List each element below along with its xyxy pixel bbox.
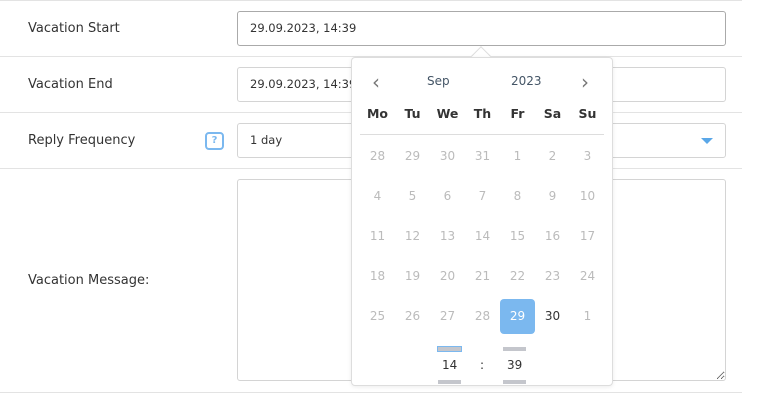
weekday-sa: Sa: [543, 106, 562, 121]
weekday-su: Su: [578, 106, 597, 121]
divider: [0, 392, 742, 393]
day-cell: 14: [474, 229, 491, 243]
chevron-down-icon: [701, 138, 713, 144]
month-select[interactable]: Sep: [427, 74, 450, 88]
day-cell: 27: [439, 309, 456, 323]
chevron-left-icon[interactable]: ‹: [372, 72, 380, 92]
vacation-end-label: Vacation End: [28, 77, 113, 92]
minute-value[interactable]: 39: [507, 358, 522, 372]
day-cell: 22: [509, 269, 526, 283]
day-selected[interactable]: 29: [500, 299, 535, 334]
weekday-th: Th: [473, 106, 492, 121]
minute-up-button[interactable]: [503, 347, 526, 351]
day-cell: 26: [404, 309, 421, 323]
day-cell: 21: [474, 269, 491, 283]
weekday-fr: Fr: [510, 106, 525, 121]
day-cell: 5: [408, 189, 417, 203]
day-cell: 16: [544, 229, 561, 243]
day-cell: 7: [478, 189, 487, 203]
minute-down-button[interactable]: [503, 380, 526, 384]
weekday-tu: Tu: [404, 106, 421, 121]
day-cell: 3: [583, 149, 592, 163]
day-cell: 23: [544, 269, 561, 283]
vacation-start-input[interactable]: 29.09.2023, 14:39: [237, 11, 726, 46]
reply-frequency-value: 1 day: [250, 133, 283, 147]
help-icon[interactable]: ?: [205, 132, 224, 150]
day-cell: 19: [404, 269, 421, 283]
day-cell: 24: [579, 269, 596, 283]
day-cell: 31: [474, 149, 491, 163]
year-select[interactable]: 2023: [511, 74, 542, 88]
day-cell: 1: [513, 149, 522, 163]
day-cell: 4: [373, 189, 382, 203]
day-cell: 28: [474, 309, 491, 323]
day-cell: 2: [548, 149, 557, 163]
datepicker-popup: ‹ Sep 2023 › Mo Tu We Th Fr Sa Su 28 29 30 31 1 2 3 4…: [351, 57, 613, 386]
reply-frequency-label: Reply Frequency: [28, 133, 136, 148]
vacation-start-label: Vacation Start: [28, 21, 120, 36]
day-cell: 17: [579, 229, 596, 243]
day-cell: 20: [439, 269, 456, 283]
time-separator: :: [480, 358, 485, 372]
day-cell: 10: [579, 189, 596, 203]
weekday-mo: Mo: [366, 106, 389, 121]
hour-value[interactable]: 14: [442, 358, 457, 372]
day-cell: 28: [369, 149, 386, 163]
day-cell: 15: [509, 229, 526, 243]
day-cell: 8: [513, 189, 522, 203]
day-cell: 6: [443, 189, 452, 203]
chevron-right-icon[interactable]: ›: [581, 72, 589, 92]
day-cell: 11: [369, 229, 386, 243]
day-cell: 30: [439, 149, 456, 163]
day-cell: 12: [404, 229, 421, 243]
hour-up-button[interactable]: [437, 346, 462, 352]
weekday-we: We: [436, 106, 459, 121]
day-cell[interactable]: 30: [535, 299, 570, 334]
divider: [0, 0, 742, 1]
day-cell: 9: [548, 189, 557, 203]
day-cell: 18: [369, 269, 386, 283]
day-cell: 13: [439, 229, 456, 243]
day-cell: 1: [583, 309, 592, 323]
day-cell: 25: [369, 309, 386, 323]
divider: [360, 134, 604, 135]
vacation-message-label: Vacation Message:: [28, 273, 150, 288]
hour-down-button[interactable]: [438, 380, 461, 384]
day-cell: 29: [404, 149, 421, 163]
